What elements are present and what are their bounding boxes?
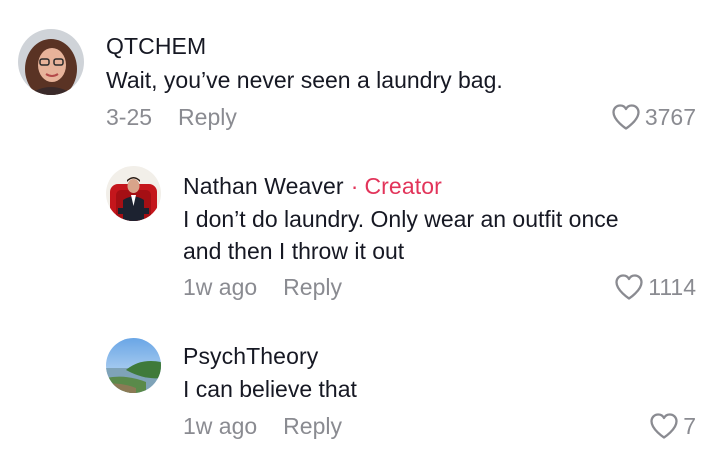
comment-username[interactable]: QTCHEM	[106, 33, 206, 60]
like-button[interactable]: 3767	[611, 103, 696, 131]
comment-text: Wait, you’ve never seen a laundry bag.	[106, 64, 503, 96]
comment-meta: 1w ago Reply	[183, 274, 342, 301]
reply-button[interactable]: Reply	[283, 274, 342, 300]
like-button[interactable]: 1114	[614, 273, 696, 301]
comment-text: I don’t do laundry. Only wear an outfit …	[183, 203, 619, 267]
username-text[interactable]: QTCHEM	[106, 33, 206, 59]
separator-dot: ·	[350, 173, 359, 199]
user-avatar-man-icon	[106, 166, 161, 221]
comment-username: Nathan Weaver · Creator	[183, 173, 442, 200]
comment-text-line: I can believe that	[183, 376, 357, 402]
username-text[interactable]: PsychTheory	[183, 343, 318, 369]
comment-date: 1w ago	[183, 274, 258, 300]
comment-text-line: Wait, you’ve never seen a laundry bag.	[106, 67, 503, 93]
reply-button[interactable]: Reply	[178, 104, 237, 130]
reply-button[interactable]: Reply	[283, 413, 342, 439]
comment-date: 3-25	[106, 104, 153, 130]
comment-username[interactable]: PsychTheory	[183, 343, 318, 370]
like-button[interactable]: 7	[649, 412, 696, 440]
like-count: 1114	[648, 273, 696, 300]
comment-date: 1w ago	[183, 413, 258, 439]
creator-badge: Creator	[364, 173, 442, 199]
user-avatar[interactable]	[106, 338, 161, 393]
user-avatar-landscape-icon	[106, 338, 161, 393]
user-avatar[interactable]	[106, 166, 161, 221]
user-avatar-woman-icon	[18, 29, 84, 95]
comment-text: I can believe that	[183, 373, 357, 405]
like-count: 3767	[644, 103, 696, 130]
user-avatar[interactable]	[18, 29, 84, 95]
comment-text-line: and then I throw it out	[183, 238, 405, 264]
comment-meta: 3-25 Reply	[106, 104, 237, 131]
comment-text-line: I don’t do laundry. Only wear an outfit …	[183, 206, 619, 232]
comment-meta: 1w ago Reply	[183, 413, 342, 440]
heart-icon	[612, 104, 640, 130]
like-count: 7	[683, 412, 696, 439]
heart-icon	[650, 413, 678, 439]
username-text[interactable]: Nathan Weaver	[183, 173, 344, 199]
heart-icon	[615, 274, 643, 300]
